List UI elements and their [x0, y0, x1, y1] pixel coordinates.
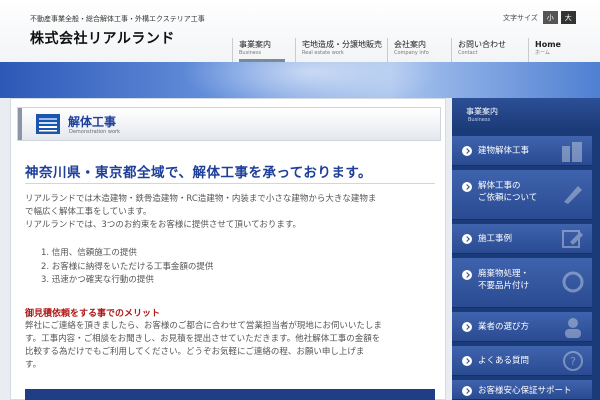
- next-section-bar: [25, 389, 435, 400]
- sidebar-heading-sub: Business: [468, 117, 491, 123]
- font-size-switcher: 文字サイズ 小 大: [503, 11, 576, 24]
- section-headline: 神奈川県・東京都全域で、解体工事を承っております。: [25, 165, 373, 181]
- site-header: 不動産事業全般・総合解体工事・外構エクステリア工事 株式会社リアルランド 文字サ…: [0, 0, 600, 62]
- person-icon: [565, 318, 581, 338]
- sidebar-item-request[interactable]: 解体工事の ご依頼について: [452, 170, 592, 220]
- chevron-right-icon: [462, 182, 472, 192]
- sidebar: 事業案内 Business 建物解体工事 解体工事の ご依頼について 施工事例 廃…: [452, 98, 600, 400]
- font-size-large-button[interactable]: 大: [560, 11, 576, 24]
- intro-line: で幅広く解体工事をしています。: [25, 207, 152, 217]
- recycle-icon: [562, 271, 584, 293]
- list-item: 2. お客様に納得をいただける工事金額の提供: [41, 261, 214, 272]
- nav-home[interactable]: Home ホーム: [528, 38, 588, 62]
- sidebar-item-waste-disposal[interactable]: 廃棄物処理・ 不要品片付け: [452, 258, 592, 308]
- sidebar-item-label: 業者の選び方: [478, 322, 530, 332]
- nav-business-label: 事業案内: [239, 40, 271, 49]
- nav-real-estate-sub: Real estate work: [302, 50, 344, 56]
- nav-real-estate[interactable]: 宅地造成・分譲地販売 Real estate work: [295, 38, 387, 62]
- font-size-label: 文字サイズ: [503, 13, 538, 22]
- sidebar-item-faq[interactable]: よくある質問 ?: [452, 346, 592, 376]
- chevron-right-icon: [462, 356, 472, 366]
- chevron-right-icon: [462, 146, 472, 156]
- pencil-icon: [564, 186, 582, 204]
- site-logo[interactable]: 株式会社リアルランド: [30, 28, 175, 48]
- sidebar-item-support[interactable]: お客様安心保証サポート: [452, 380, 592, 400]
- merit-line: 弊社にご連絡を頂きましたら、お客様のご都合に合わせて営業担当者が現地にお伺いいた…: [25, 321, 382, 331]
- merit-line: す。工事内容・ご相談をお聞きし、お見積を提出させていただきます。他社解体工事の金…: [25, 334, 381, 344]
- nav-home-label: Home: [535, 40, 561, 49]
- sidebar-heading: 事業案内 Business: [452, 98, 600, 130]
- sidebar-item-case-studies[interactable]: 施工事例: [452, 224, 592, 254]
- intro-text: リアルランドでは木造建物・鉄骨造建物・RC造建物・内装まで小さな建物から大きな建…: [25, 193, 437, 232]
- edit-icon: [562, 230, 583, 248]
- sidebar-item-label: 施工事例: [478, 234, 513, 244]
- sidebar-item-label: 廃棄物処理・ 不要品片付け: [478, 269, 530, 291]
- page-title: 解体工事: [68, 115, 117, 129]
- svg-text:?: ?: [570, 355, 576, 368]
- intro-line: リアルランドでは、3つのお約束をお客様に提供させて頂いております。: [25, 220, 301, 230]
- intro-line: リアルランドでは木造建物・鉄骨造建物・RC造建物・内装まで小さな建物から大きな建…: [25, 194, 377, 204]
- font-size-small-button[interactable]: 小: [542, 11, 558, 24]
- nav-home-sub: ホーム: [535, 50, 550, 56]
- main-content: 解体工事 Demonstration work 神奈川県・東京都全域で、解体工事…: [10, 98, 446, 400]
- list-item: 1. 信用、信頼施工の提供: [41, 248, 137, 258]
- nav-business-sub: Business: [239, 50, 262, 56]
- chevron-right-icon: [462, 270, 472, 280]
- nav-real-estate-label: 宅地造成・分譲地販売: [302, 40, 382, 49]
- promise-list: 1. 信用、信頼施工の提供 2. お客様に納得をいただける工事金額の提供 3. …: [41, 247, 213, 288]
- nav-business[interactable]: 事業案内 Business: [232, 38, 295, 62]
- sidebar-item-choosing-contractor[interactable]: 業者の選び方: [452, 312, 592, 342]
- hero-banner: [0, 62, 600, 98]
- merit-heading: 御見積依頼をする事でのメリット: [25, 309, 161, 319]
- headline-divider: [25, 183, 435, 184]
- site-tagline: 不動産事業全般・総合解体工事・外構エクステリア工事: [30, 15, 205, 23]
- question-icon: ?: [563, 351, 583, 371]
- page-title-sub: Demonstration work: [69, 129, 120, 135]
- sidebar-item-label: 建物解体工事: [478, 146, 530, 156]
- building-icon: [562, 142, 582, 162]
- chevron-right-icon: [462, 234, 472, 244]
- list-item: 3. 迅速かつ確実な行動の提供: [41, 275, 154, 285]
- global-nav: 事業案内 Business 宅地造成・分譲地販売 Real estate wor…: [232, 38, 588, 62]
- nav-company-sub: Company info: [394, 50, 429, 56]
- merit-line: 比較する為だけでもご利用してください。どうぞお気軽にご連絡の程、お願い申し上げま: [25, 347, 365, 357]
- page-title-bar: 解体工事 Demonstration work: [17, 107, 441, 141]
- merit-line: す。: [25, 360, 42, 370]
- nav-company[interactable]: 会社案内 Company info: [387, 38, 451, 62]
- nav-contact-sub: Contact: [458, 50, 478, 56]
- banner-glow: [180, 62, 440, 98]
- merit-text: 弊社にご連絡を頂きましたら、お客様のご都合に合わせて営業担当者が現地にお伺いいた…: [25, 320, 439, 372]
- demolition-icon: [36, 114, 60, 134]
- sidebar-item-building-demolition[interactable]: 建物解体工事: [452, 136, 592, 166]
- chevron-right-icon: [462, 386, 472, 396]
- sidebar-item-label: 解体工事の ご依頼について: [478, 181, 538, 203]
- sidebar-item-label: お客様安心保証サポート: [478, 386, 572, 396]
- nav-contact-label: お問い合わせ: [458, 40, 506, 49]
- chevron-right-icon: [462, 322, 472, 332]
- sidebar-item-label: よくある質問: [478, 356, 530, 366]
- title-accent: [18, 108, 22, 140]
- nav-contact[interactable]: お問い合わせ Contact: [451, 38, 528, 62]
- nav-company-label: 会社案内: [394, 40, 426, 49]
- sidebar-heading-label: 事業案内: [466, 107, 498, 116]
